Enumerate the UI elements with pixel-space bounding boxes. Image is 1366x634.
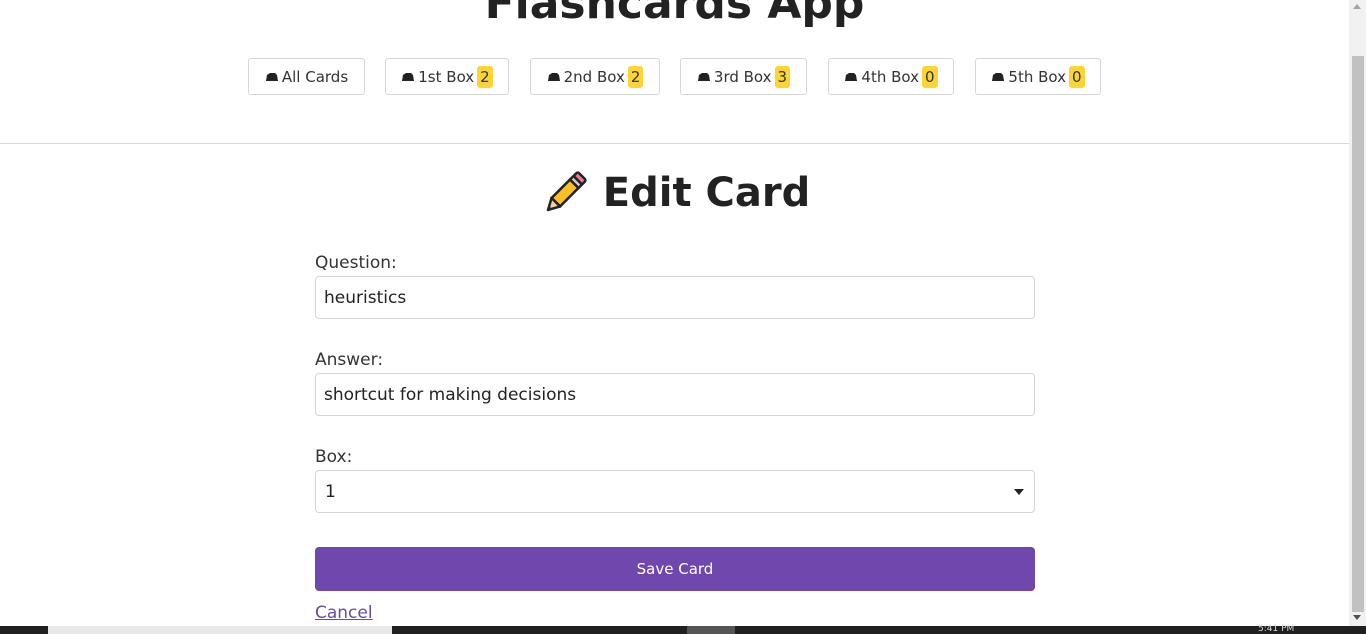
- answer-input[interactable]: [315, 373, 1035, 416]
- taskbar-clock: 5:41 PM: [1258, 624, 1295, 634]
- save-card-button[interactable]: Save Card: [315, 547, 1035, 591]
- card-box-icon: [265, 72, 279, 82]
- taskbar-search-box[interactable]: [48, 626, 392, 634]
- app-page: Flashcards App All Cards 1st Box 2 2nd B…: [0, 0, 1349, 626]
- cancel-link[interactable]: Cancel: [315, 603, 373, 623]
- answer-label: Answer:: [315, 350, 384, 370]
- question-label: Question:: [315, 253, 397, 273]
- box-label: Box:: [315, 447, 353, 467]
- question-input[interactable]: [315, 276, 1035, 319]
- edit-card-form: Question: Answer: Box: 1 Save Card Cance…: [315, 0, 1035, 626]
- box-select-value: 1: [325, 481, 336, 502]
- nav-5th-box-count-badge: 0: [1069, 65, 1085, 88]
- scrollbar-thumb[interactable]: [1352, 56, 1364, 612]
- taskbar-active-app[interactable]: [687, 626, 735, 634]
- scroll-down-arrow-icon[interactable]: [1353, 615, 1361, 620]
- caret-down-icon: [1014, 489, 1024, 495]
- scroll-up-arrow-icon[interactable]: [1353, 4, 1361, 9]
- box-select[interactable]: 1: [315, 470, 1035, 513]
